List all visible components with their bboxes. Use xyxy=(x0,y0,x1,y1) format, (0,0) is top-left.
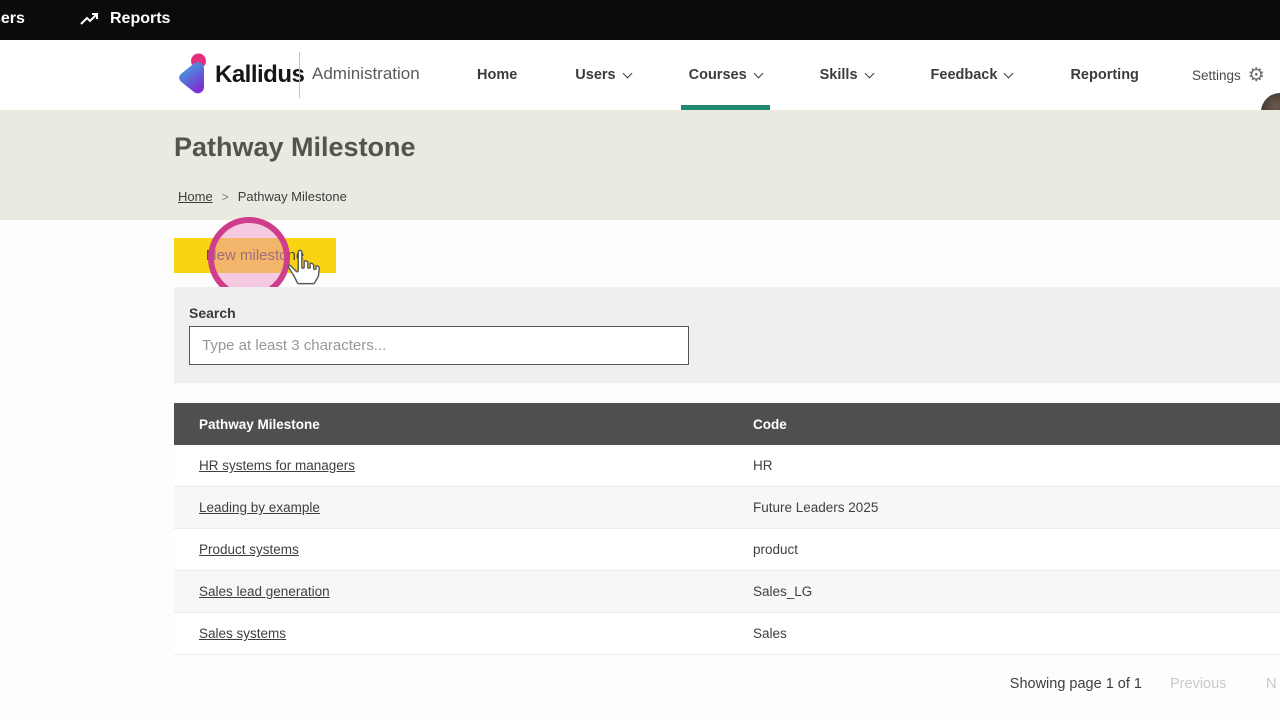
breadcrumb-home-link[interactable]: Home xyxy=(178,189,213,204)
search-input[interactable] xyxy=(189,326,689,365)
chevron-down-icon xyxy=(864,68,874,78)
previous-page-button[interactable]: Previous xyxy=(1170,676,1226,692)
taskbar-item-users[interactable]: sers xyxy=(0,10,25,28)
kallidus-logo[interactable]: Kallidus xyxy=(175,52,304,98)
main-nav: Home Users Courses Skills Feedback Repor… xyxy=(467,40,1149,110)
column-header-code[interactable]: Code xyxy=(753,417,1280,432)
table-header-row: Pathway Milestone Code xyxy=(174,403,1280,445)
nav-courses[interactable]: Courses xyxy=(679,40,772,110)
milestones-table: Pathway Milestone Code HR systems for ma… xyxy=(174,403,1280,655)
milestone-link[interactable]: Leading by example xyxy=(199,500,320,515)
chevron-down-icon xyxy=(622,68,632,78)
brand-name: Kallidus xyxy=(215,61,304,89)
table-body: HR systems for managers HR Leading by ex… xyxy=(174,445,1280,655)
top-taskbar: sers Reports xyxy=(0,0,1280,40)
code-cell: Future Leaders 2025 xyxy=(753,500,1280,515)
chevron-down-icon xyxy=(753,68,763,78)
column-header-pathway-milestone[interactable]: Pathway Milestone xyxy=(174,417,753,432)
nav-skills[interactable]: Skills xyxy=(810,40,883,110)
chevron-down-icon xyxy=(1004,68,1014,78)
milestone-link[interactable]: Sales systems xyxy=(199,626,286,641)
nav-feedback[interactable]: Feedback xyxy=(921,40,1023,110)
milestone-link[interactable]: Sales lead generation xyxy=(199,584,330,599)
breadcrumb-current: Pathway Milestone xyxy=(238,189,347,204)
table-row: Sales lead generation Sales_LG xyxy=(174,571,1280,613)
table-row: Sales systems Sales xyxy=(174,613,1280,655)
page-title: Pathway Milestone xyxy=(174,132,416,163)
page-status: Showing page 1 of 1 xyxy=(1010,676,1142,692)
table-row: HR systems for managers HR xyxy=(174,445,1280,487)
app-header: Kallidus Administration Home Users Cours… xyxy=(0,40,1280,110)
app-title: Administration xyxy=(312,64,420,84)
breadcrumb: Home > Pathway Milestone xyxy=(178,189,347,204)
search-label: Search xyxy=(189,305,236,321)
next-page-button[interactable]: N xyxy=(1266,676,1276,692)
new-milestone-button[interactable]: New milestone xyxy=(174,238,336,273)
settings-label: Settings xyxy=(1192,68,1241,83)
screen: sers Reports Kallidus Administration xyxy=(0,0,1280,720)
header-divider xyxy=(299,52,300,98)
pagination: Showing page 1 of 1 Previous N xyxy=(0,670,1280,700)
milestone-link[interactable]: Product systems xyxy=(199,542,299,557)
code-cell: HR xyxy=(753,458,1280,473)
gear-icon: ⚙ xyxy=(1248,66,1265,85)
code-cell: product xyxy=(753,542,1280,557)
code-cell: Sales xyxy=(753,626,1280,641)
table-row: Product systems product xyxy=(174,529,1280,571)
trending-up-icon xyxy=(80,12,100,28)
taskbar-item-reports[interactable]: Reports xyxy=(110,10,170,28)
nav-reporting[interactable]: Reporting xyxy=(1060,40,1148,110)
page-heading-band: Pathway Milestone Home > Pathway Milesto… xyxy=(0,110,1280,220)
breadcrumb-separator: > xyxy=(222,190,229,204)
milestone-link[interactable]: HR systems for managers xyxy=(199,458,355,473)
kallidus-logo-icon xyxy=(175,52,209,98)
settings-button[interactable]: Settings ⚙ xyxy=(1192,40,1265,110)
code-cell: Sales_LG xyxy=(753,584,1280,599)
search-panel: Search xyxy=(174,287,1280,383)
nav-users[interactable]: Users xyxy=(565,40,640,110)
table-row: Leading by example Future Leaders 2025 xyxy=(174,487,1280,529)
nav-home[interactable]: Home xyxy=(467,40,527,110)
